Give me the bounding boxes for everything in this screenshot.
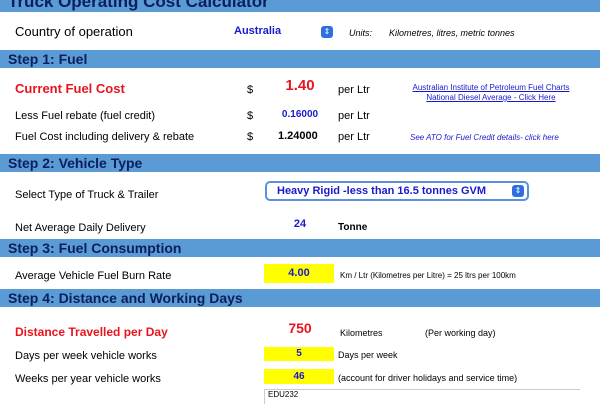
distance-note: (Per working day) — [425, 328, 496, 338]
fuel-rebate-unit: per Ltr — [338, 110, 370, 122]
truck-type-select-value: Heavy Rigid -less than 16.5 tonnes GVM — [277, 185, 487, 197]
truck-type-label: Select Type of Truck & Trailer — [15, 189, 159, 201]
chevron-updown-icon: ⇕ — [512, 185, 524, 197]
weeks-per-year-input[interactable]: 46 — [264, 369, 334, 384]
burn-rate-unit: Km / Ltr (Kilometres per Litre) = 25 ltr… — [340, 271, 516, 280]
distance-unit: Kilometres — [340, 328, 383, 338]
country-select[interactable]: Australia ⇕ — [198, 23, 336, 41]
country-label: Country of operation — [15, 24, 133, 39]
step1-heading: Step 1: Fuel — [0, 49, 600, 69]
daily-delivery-input[interactable]: 24 — [267, 213, 333, 235]
aip-link-line1: Australian Institute of Petroleum Fuel C… — [412, 83, 570, 92]
fuel-cost-net-label: Fuel Cost including delivery & rebate — [15, 131, 195, 143]
current-fuel-cost-currency: $ — [247, 84, 254, 96]
distance-input[interactable]: 750 — [267, 317, 333, 339]
fuel-cost-net-value: 1.24000 — [278, 130, 318, 142]
daily-delivery-unit: Tonne — [338, 222, 368, 233]
weeks-per-year-unit: (account for driver holidays and service… — [338, 373, 518, 383]
fuel-cost-net-unit: per Ltr — [338, 131, 370, 143]
step3-heading: Step 3: Fuel Consumption — [0, 238, 600, 258]
truck-type-select[interactable]: Heavy Rigid -less than 16.5 tonnes GVM ⇕ — [265, 181, 529, 201]
fuel-rebate-label: Less Fuel rebate (fuel credit) — [15, 110, 156, 122]
current-fuel-cost-input[interactable]: 1.40 — [267, 74, 333, 98]
step4-heading: Step 4: Distance and Working Days — [0, 288, 600, 308]
step2-heading: Step 2: Vehicle Type — [0, 153, 600, 173]
burn-rate-input[interactable]: 4.00 — [264, 264, 334, 283]
aip-fuel-charts-link[interactable]: Australian Institute of Petroleum Fuel C… — [402, 83, 580, 103]
aip-link-line2: National Diesel Average - Click Here — [426, 93, 556, 102]
days-per-week-label: Days per week vehicle works — [15, 350, 157, 362]
daily-delivery-label: Net Average Daily Delivery — [15, 222, 146, 234]
days-per-week-unit: Days per week — [338, 350, 398, 360]
country-select-value: Australia — [234, 25, 282, 37]
chevron-updown-icon: ⇕ — [321, 26, 333, 38]
notes-input[interactable]: EDU232 — [264, 389, 580, 404]
notes-input-text: EDU232 — [268, 390, 299, 399]
current-fuel-cost-label: Current Fuel Cost — [15, 81, 125, 96]
burn-rate-label: Average Vehicle Fuel Burn Rate — [15, 270, 172, 282]
fuel-rebate-input[interactable]: 0.16000 — [267, 107, 333, 123]
fuel-rebate-currency: $ — [247, 110, 254, 122]
ato-fuel-credit-link[interactable]: See ATO for Fuel Credit details- click h… — [410, 133, 559, 142]
current-fuel-cost-unit: per Ltr — [338, 84, 370, 96]
fuel-cost-net-currency: $ — [247, 131, 254, 143]
page-title: Truck Operating Cost Calculator — [0, 0, 600, 13]
days-per-week-input[interactable]: 5 — [264, 347, 334, 361]
distance-label: Distance Travelled per Day — [15, 325, 168, 339]
units-label: Units: — [349, 28, 373, 38]
units-value: Kilometres, litres, metric tonnes — [389, 28, 515, 38]
weeks-per-year-label: Weeks per year vehicle works — [15, 373, 161, 385]
